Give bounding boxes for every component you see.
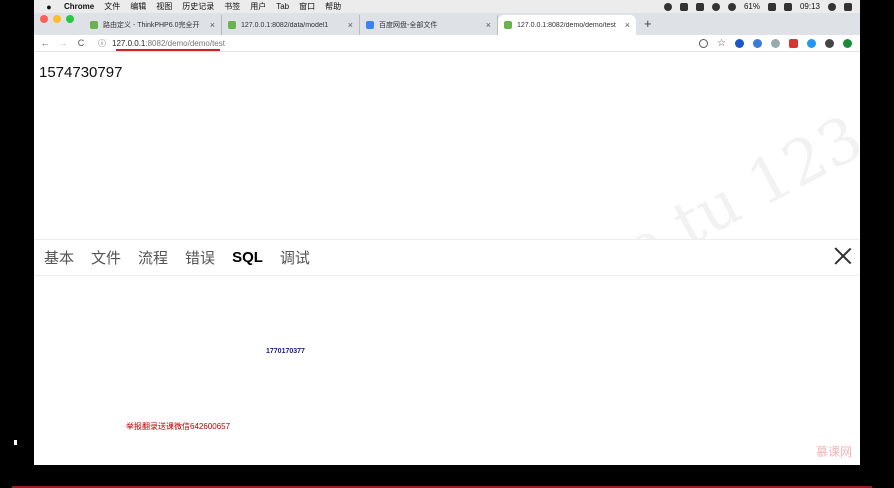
new-tab-icon[interactable]: + [644,16,652,31]
back-icon[interactable]: ← [38,38,52,48]
menubar-clock: 09:13 [799,2,820,11]
browser-tab-demo-test[interactable]: 127.0.0.1:8082/demo/demo/test × [498,15,636,35]
zoom-window-button[interactable] [66,15,74,23]
toolbar-extensions: ☆ [699,38,860,49]
browser-toolbar: ← → C ⓘ 127.0.0.1 :8082/demo/demo/test ☆ [34,35,860,52]
bookmark-star-icon[interactable]: ☆ [717,38,726,49]
menu-history[interactable]: 历史记录 [182,1,214,12]
menu-tab[interactable]: Tab [276,2,289,11]
menu-bookmarks[interactable]: 书签 [224,1,240,12]
menu-people[interactable]: 用户 [250,1,266,12]
apple-menu-icon[interactable]: ● [42,2,56,12]
extension-red-icon[interactable] [789,38,798,48]
browser-tab-strip: 路由定义 - ThinkPHP6.0完全开 × 127.0.0.1:8082/d… [34,13,860,35]
trace-tab-debug[interactable]: 调试 [280,247,310,268]
battery-percent: 61% [743,2,760,11]
tab-close-icon[interactable]: × [486,20,491,30]
wifi-icon[interactable] [727,2,736,11]
menu-chrome[interactable]: Chrome [64,2,94,11]
site-info-icon[interactable]: ⓘ [98,38,106,49]
trace-tab-basic[interactable]: 基本 [44,247,74,268]
extension-edge-icon[interactable] [753,38,762,48]
battery-icon[interactable] [767,2,776,11]
trace-tab-errors[interactable]: 错误 [185,247,215,268]
page-content: 1574730797 学 技 无 忧 Xue tu 123.Com 基本 文件 … [34,52,860,465]
tab-favicon-icon [366,21,374,29]
clipboard-icon[interactable] [695,2,704,11]
menu-edit[interactable]: 编辑 [130,1,146,12]
url-host: 127.0.0.1 [112,38,146,48]
tab-title: 127.0.0.1:8082/demo/demo/test [517,21,616,29]
tab-favicon-icon [228,21,236,29]
forward-icon[interactable]: → [56,38,70,48]
pen-icon[interactable] [679,2,688,11]
tab-favicon-icon [90,21,98,29]
profile-avatar-icon[interactable] [825,38,834,48]
notification-center-icon[interactable] [844,2,852,11]
update-icon[interactable] [843,38,852,48]
tab-close-icon[interactable]: × [210,20,215,30]
menu-help[interactable]: 帮助 [325,1,341,12]
menu-window[interactable]: 窗口 [299,1,315,12]
tab-title: 百度网盘-全部文件 [379,22,438,29]
overlay-number-blue: 1770170377 [266,348,305,355]
record-icon[interactable] [663,2,672,11]
timestamp-output: 1574730797 [39,64,123,81]
tab-title: 路由定义 - ThinkPHP6.0完全开 [103,22,200,29]
tab-favicon-icon [504,21,512,29]
trace-tab-bar: 基本 文件 流程 错误 SQL 调试 [34,240,860,276]
menu-view[interactable]: 视图 [156,1,172,12]
overlay-text-red: 举报翻录送课微信642600657 [126,422,231,431]
clock-icon[interactable] [711,2,720,11]
menu-file[interactable]: 文件 [104,1,120,12]
browser-tab-baidu-pan[interactable]: 百度网盘-全部文件 × [360,15,498,35]
address-bar[interactable]: ⓘ 127.0.0.1 :8082/demo/demo/test [98,38,225,51]
menubar-status-area: 61% 09:13 [663,2,860,11]
minimize-window-button[interactable] [53,15,61,23]
tab-close-icon[interactable]: × [625,20,630,30]
input-method-icon[interactable] [783,2,792,11]
tab-close-icon[interactable]: × [348,20,353,30]
url-path: :8082/demo/demo/test [145,38,225,48]
url-red-underline [116,48,220,51]
macos-menubar: ● Chrome 文件 编辑 视图 历史记录 书签 用户 Tab 窗口 帮助 6… [34,0,860,13]
extension-blue-icon[interactable] [807,38,816,48]
extension-ie-icon[interactable] [735,38,744,48]
trace-tab-flow[interactable]: 流程 [138,247,168,268]
browser-tab-routes[interactable]: 路由定义 - ThinkPHP6.0完全开 × [84,15,222,35]
tab-title: 127.0.0.1:8082/data/model1 [241,21,329,29]
trace-panel: 基本 文件 流程 错误 SQL 调试 1770170377 举报翻录送课微信64… [34,239,860,465]
trace-tab-sql[interactable]: SQL [232,249,263,266]
extension-gray-icon[interactable] [771,38,780,48]
spotlight-icon[interactable] [828,2,836,11]
side-marker [14,440,17,445]
zoom-icon[interactable] [699,38,709,48]
trace-tab-files[interactable]: 文件 [91,247,121,268]
browser-tab-model1[interactable]: 127.0.0.1:8082/data/model1 × [222,15,360,35]
window-controls [34,15,84,31]
reload-icon[interactable]: C [74,38,88,48]
imooc-logo: 慕课网 [815,445,852,459]
trace-close-icon[interactable] [834,247,852,265]
close-window-button[interactable] [40,15,48,23]
